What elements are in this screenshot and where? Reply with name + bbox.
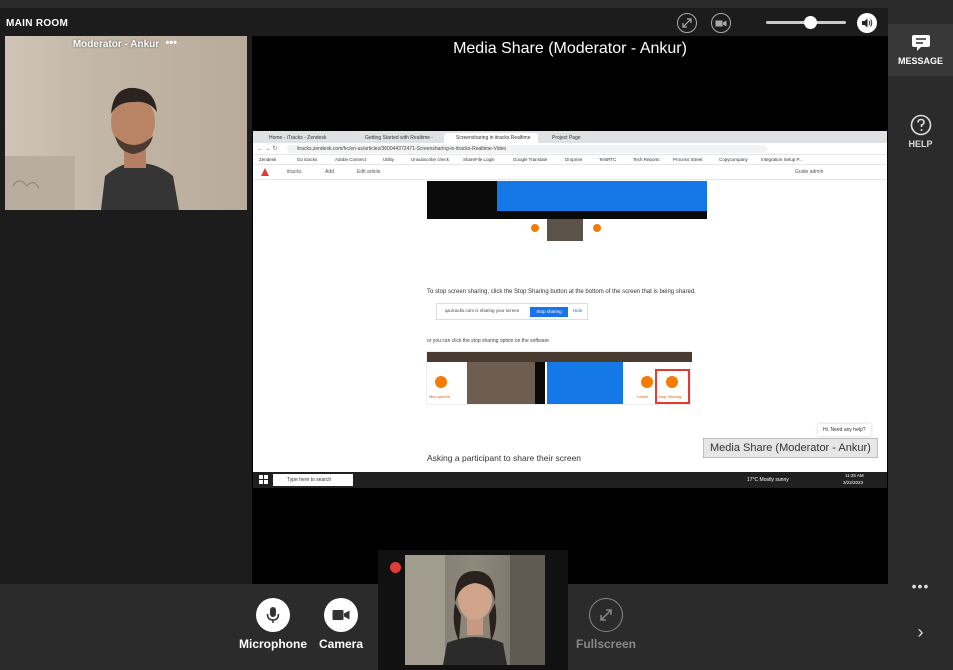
fullscreen-button[interactable]: Fullscreen bbox=[571, 598, 641, 651]
stop-sharing-instruction: To stop screen sharing, click the Stop S… bbox=[427, 289, 696, 295]
media-share-tooltip: Media Share (Moderator - Ankur) bbox=[703, 438, 878, 458]
help-button[interactable]: HELP bbox=[888, 110, 953, 156]
moderator-video-tile[interactable]: Moderator - Ankur ••• bbox=[5, 36, 247, 210]
self-video-frame bbox=[405, 555, 545, 665]
volume-slider-handle[interactable] bbox=[804, 16, 817, 29]
taskbar-clock-date: 3/22/2023 bbox=[843, 480, 864, 485]
taskbar-search: Type here to search bbox=[273, 474, 353, 486]
help-chat-bubble: Hi. Need any help? bbox=[818, 424, 871, 436]
top-strip bbox=[0, 0, 953, 8]
self-video-graphic bbox=[405, 555, 545, 665]
browser-nav-icons: ← → ↻ bbox=[257, 146, 278, 152]
fullscreen-label: Fullscreen bbox=[575, 637, 637, 651]
nav-item: Add bbox=[325, 169, 334, 175]
taskbar-weather: 17°C Mostly sunny bbox=[747, 477, 789, 483]
bookmark: Adobe Connect bbox=[335, 157, 367, 162]
camera-icon bbox=[324, 598, 358, 632]
bookmark: Process Street bbox=[673, 157, 703, 162]
speaker-icon[interactable] bbox=[857, 13, 877, 33]
message-icon bbox=[888, 34, 953, 52]
message-label: MESSAGE bbox=[897, 56, 943, 66]
moderator-menu-button[interactable]: ••• bbox=[165, 37, 177, 49]
next-arrow-button[interactable]: › bbox=[888, 622, 953, 643]
mic-caption: Microphone bbox=[429, 394, 450, 399]
stage: Moderator - Ankur ••• Media Share (Moder… bbox=[0, 36, 888, 584]
browser-tab-active: Screensharing in itracks Realtime bbox=[444, 133, 538, 143]
bookmark: Unsubscribe check bbox=[411, 157, 450, 162]
right-sidebar: MESSAGE HELP ••• › bbox=[888, 0, 953, 670]
stop-sharing-button: Stop sharing bbox=[530, 307, 568, 317]
windows-start-icon bbox=[259, 475, 268, 484]
browser-tab: Home - iTracks - Zendesk bbox=[269, 135, 327, 141]
moderator-video-frame bbox=[5, 87, 179, 210]
microphone-label: Microphone bbox=[239, 637, 307, 651]
software-controls-graphic bbox=[427, 352, 692, 404]
media-share-title: Media Share (Moderator - Ankur) bbox=[453, 40, 687, 57]
recording-indicator-icon bbox=[390, 562, 401, 573]
article-screenshot-top bbox=[427, 181, 707, 241]
bookmark: ShareFile Login bbox=[463, 157, 495, 162]
zendesk-nav: itracks Add Edit article Guide admin bbox=[253, 165, 887, 180]
microphone-button[interactable]: Microphone bbox=[238, 598, 308, 651]
volume-slider[interactable] bbox=[766, 16, 846, 29]
stop-sharing-bar-text: qa.itracks.com is sharing your screen bbox=[445, 308, 520, 313]
bookmark: Tech Reports bbox=[633, 157, 660, 162]
video-off-icon[interactable] bbox=[711, 13, 731, 33]
bookmark: TestRTC bbox=[599, 157, 617, 162]
bookmark: Copycompany bbox=[719, 157, 748, 162]
bookmarks-bar: Zendesk Go itracks Adobe Connect Utility… bbox=[253, 155, 887, 165]
message-button[interactable]: MESSAGE bbox=[888, 24, 953, 76]
stop-sharing-bar: qa.itracks.com is sharing your screen St… bbox=[436, 303, 588, 320]
moderator-name-label: Moderator - Ankur bbox=[72, 39, 160, 50]
hide-link: Hide bbox=[573, 308, 583, 313]
bookmark: Utility bbox=[383, 157, 394, 162]
stop-sharing-caption: Stop Sharing bbox=[658, 394, 682, 399]
article-content: To stop screen sharing, click the Stop S… bbox=[253, 181, 887, 472]
windows-taskbar: Type here to search 17°C Mostly sunny 11… bbox=[253, 472, 887, 488]
nav-item: itracks bbox=[287, 169, 302, 175]
fullscreen-icon bbox=[589, 598, 623, 632]
help-icon bbox=[888, 114, 953, 136]
bookmark: Dropmer bbox=[565, 157, 583, 162]
browser-address-bar: ← → ↻ itracks.zendesk.com/hc/en-us/artic… bbox=[253, 143, 887, 155]
app-window: MAIN ROOM Moderator - Ankur ••• Media Sh… bbox=[0, 0, 953, 670]
taskbar-clock-time: 11:25 AM bbox=[845, 473, 864, 478]
expand-icon[interactable] bbox=[677, 13, 697, 33]
leave-caption: Leave bbox=[637, 394, 648, 399]
self-video-tile[interactable] bbox=[378, 550, 568, 670]
more-options-button[interactable]: ••• bbox=[888, 578, 953, 594]
browser-tab-strip: Home - iTracks - Zendesk Getting Started… bbox=[253, 131, 887, 143]
bookmark: Google Translate bbox=[513, 157, 548, 162]
shared-screen: Home - iTracks - Zendesk Getting Started… bbox=[253, 131, 887, 488]
or-instruction: or you can click the stop sharing option… bbox=[427, 338, 550, 344]
itracks-logo-icon bbox=[261, 168, 269, 176]
bookmark: Go itracks bbox=[297, 157, 318, 162]
room-label: MAIN ROOM bbox=[6, 18, 69, 29]
browser-tab: Getting Started with Realtime - bbox=[365, 135, 434, 141]
software-controls-screenshot: Microphone Leave Stop Sharing bbox=[426, 351, 692, 405]
bookmark: Zendesk bbox=[259, 157, 277, 162]
browser-url: itracks.zendesk.com/hc/en-us/articles/36… bbox=[287, 145, 767, 153]
camera-button[interactable]: Camera bbox=[306, 598, 376, 651]
participant-column: Moderator - Ankur ••• bbox=[0, 36, 252, 584]
title-bar: MAIN ROOM bbox=[0, 8, 888, 36]
bookmark: Integration Setup P... bbox=[761, 157, 803, 162]
nav-item: Edit article bbox=[357, 169, 381, 175]
browser-tab: Project Page bbox=[552, 135, 581, 141]
microphone-icon bbox=[256, 598, 290, 632]
help-label: HELP bbox=[908, 139, 933, 149]
article-heading: Asking a participant to share their scre… bbox=[427, 453, 582, 463]
camera-label: Camera bbox=[318, 637, 364, 651]
nav-item-right: Guide admin bbox=[795, 169, 824, 175]
